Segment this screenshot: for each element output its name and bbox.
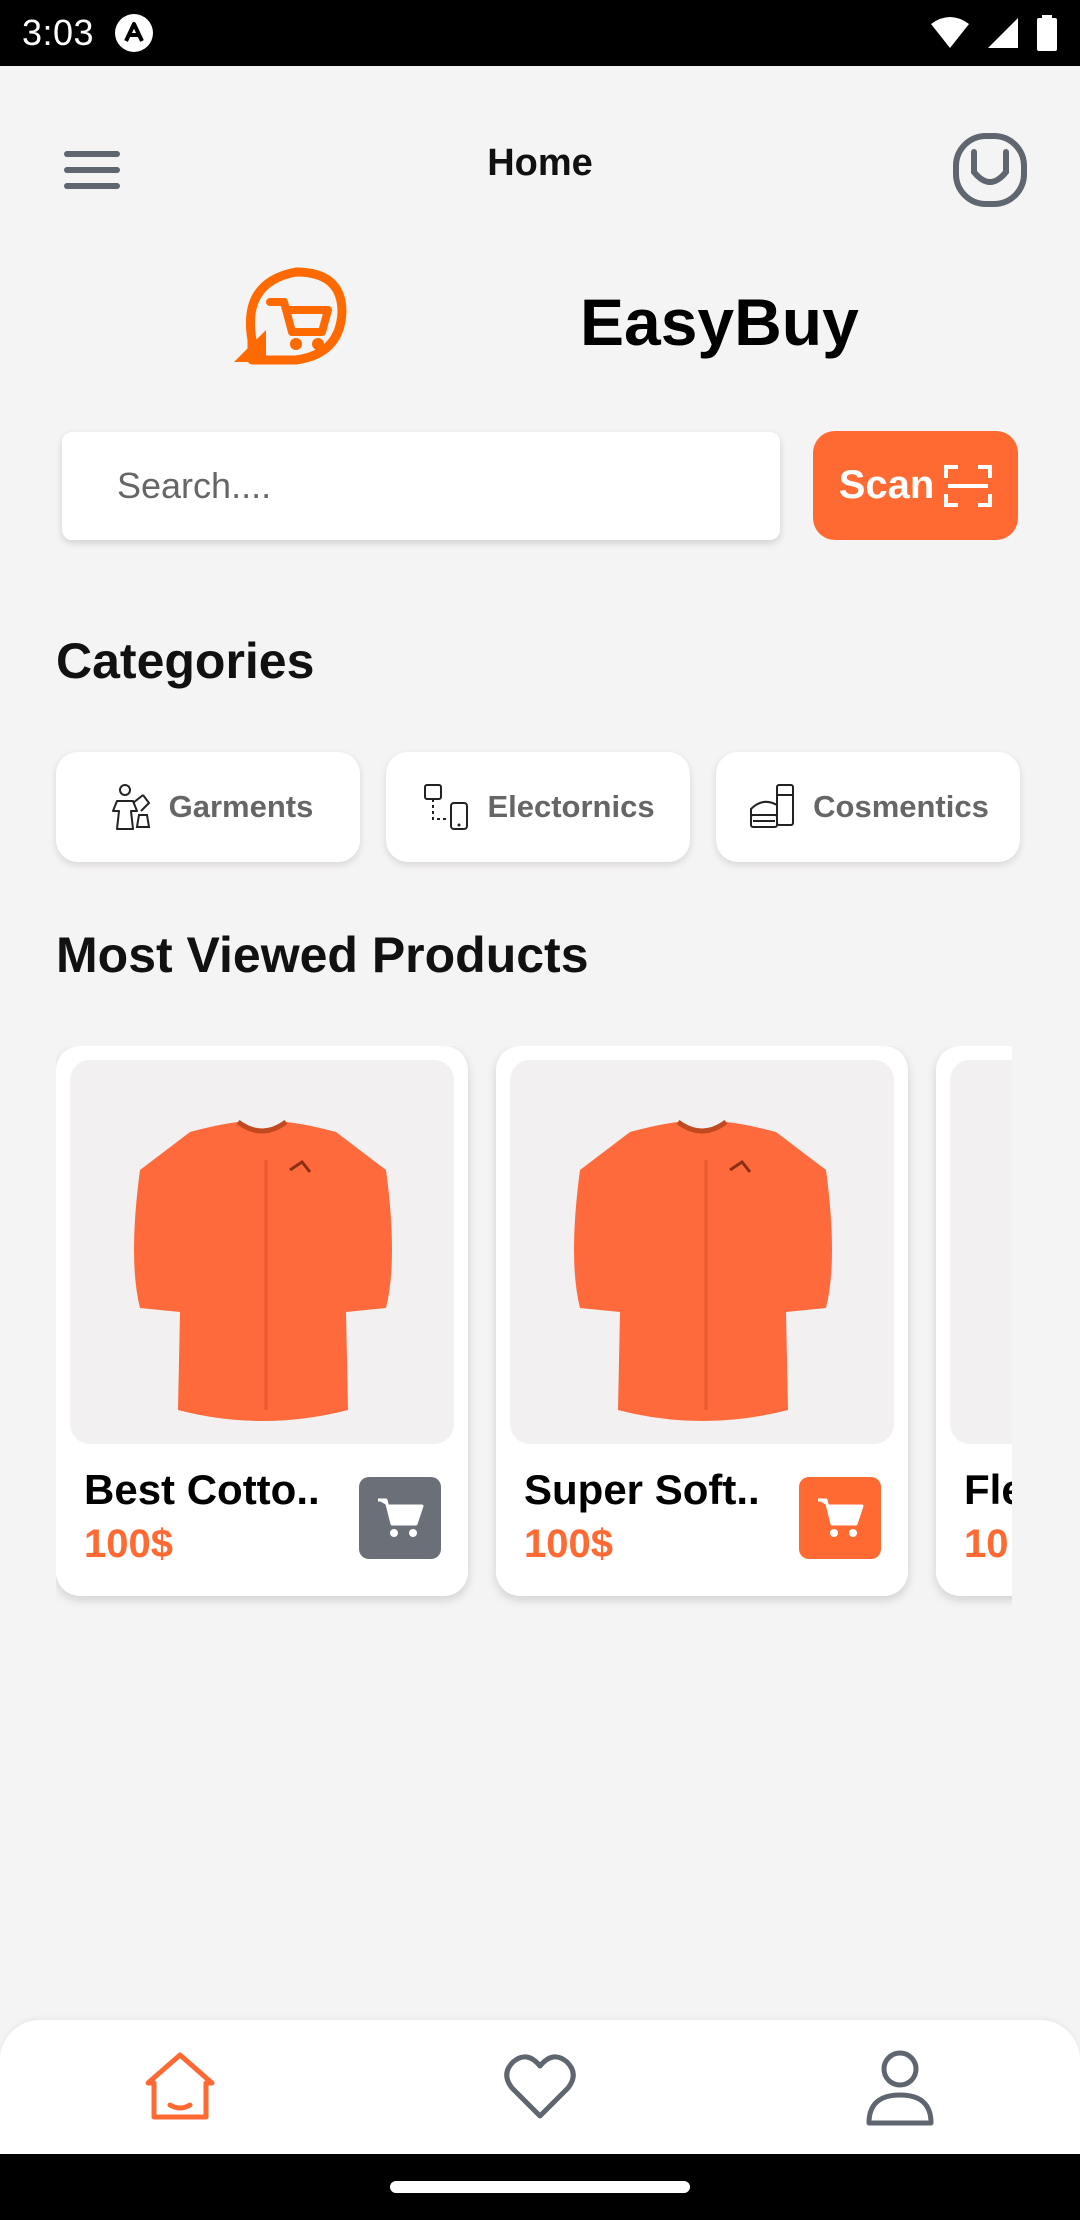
product-image	[70, 1060, 454, 1444]
scan-icon	[944, 464, 993, 507]
product-card[interactable]: Fle 10	[936, 1046, 1012, 1596]
product-name: Super Soft..	[524, 1466, 760, 1513]
status-left: 3:03	[22, 12, 154, 54]
add-to-cart-button[interactable]	[359, 1477, 441, 1559]
category-cosmetics[interactable]: Cosmentics	[716, 752, 1020, 862]
wifi-icon	[931, 17, 969, 48]
battery-icon	[1037, 15, 1057, 51]
bottom-nav	[0, 2020, 1080, 2154]
product-name: Fle	[964, 1466, 1012, 1513]
cart-logo-icon	[234, 267, 347, 365]
nav-favorites[interactable]	[495, 2042, 585, 2132]
heart-icon	[504, 2054, 576, 2119]
tshirt-icon	[134, 1119, 392, 1421]
product-card[interactable]: Best Cotto.. 100$	[56, 1046, 468, 1596]
electronics-icon	[424, 784, 469, 830]
product-price: 10	[964, 1522, 1009, 1566]
power-icon[interactable]	[950, 130, 1030, 210]
product-image	[510, 1060, 894, 1444]
home-icon	[145, 2052, 215, 2120]
app-header: Home	[0, 66, 1080, 266]
categories-title: Categories	[56, 633, 315, 689]
search-input[interactable]	[62, 432, 780, 540]
status-bar: 3:03	[0, 0, 1080, 66]
nav-profile[interactable]	[855, 2042, 945, 2132]
brand-name: EasyBuy	[580, 285, 859, 359]
product-image	[950, 1060, 1012, 1444]
categories-list: Garments Electornics Cosmentics	[56, 752, 1020, 862]
brand: EasyBuy	[0, 262, 1080, 382]
product-price: 100$	[524, 1522, 613, 1566]
app-notification-icon	[115, 14, 154, 52]
scan-label: Scan	[838, 463, 935, 507]
system-nav-bar	[0, 2154, 1080, 2220]
category-garments[interactable]: Garments	[56, 752, 360, 862]
category-electronics[interactable]: Electornics	[386, 752, 690, 862]
cosmetics-icon	[750, 784, 795, 828]
nav-home[interactable]	[135, 2042, 225, 2132]
page-title: Home	[487, 142, 593, 184]
product-price: 100$	[84, 1522, 173, 1566]
home-gesture-handle[interactable]	[390, 2181, 690, 2193]
product-name: Best Cotto..	[84, 1466, 320, 1513]
category-label: Electornics	[487, 789, 655, 824]
status-time: 3:03	[22, 12, 95, 53]
category-label: Garments	[168, 789, 314, 824]
most-viewed-title: Most Viewed Products	[56, 927, 589, 983]
tshirt-icon	[574, 1119, 832, 1421]
status-right	[930, 15, 1058, 51]
scan-button[interactable]: Scan	[813, 431, 1018, 540]
category-label: Cosmentics	[813, 789, 989, 824]
products-carousel[interactable]: Best Cotto.. 100$ Super Soft.. 100$ Fl 1…	[56, 1046, 1012, 1616]
cart-icon	[818, 1498, 864, 1537]
garments-icon	[111, 784, 150, 830]
cart-icon	[378, 1498, 424, 1537]
cell-signal-icon	[988, 18, 1018, 48]
product-card[interactable]: Super Soft.. 100$	[496, 1046, 908, 1596]
user-icon	[866, 2050, 934, 2126]
add-to-cart-button[interactable]	[799, 1477, 881, 1559]
